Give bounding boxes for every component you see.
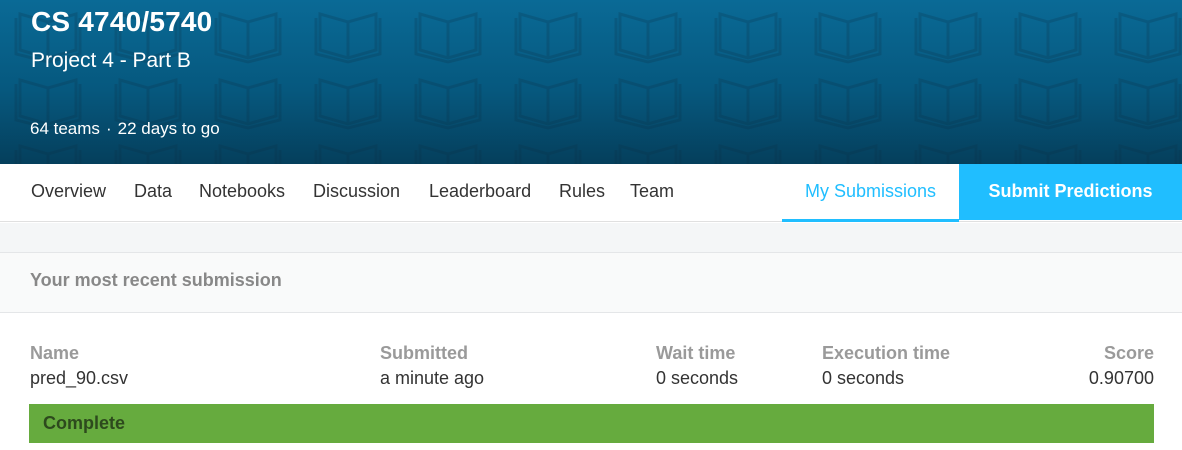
section-title: Your most recent submission xyxy=(30,270,282,290)
tab-data[interactable]: Data xyxy=(134,181,172,202)
execution-time-value: 0 seconds xyxy=(822,368,905,388)
tab-leaderboard[interactable]: Leaderboard xyxy=(429,181,531,202)
tab-team[interactable]: Team xyxy=(630,181,674,202)
execution-time-header: Execution time xyxy=(822,343,951,363)
submitted-time: a minute ago xyxy=(380,368,485,388)
submitted-header: Submitted xyxy=(380,343,468,363)
tab-rules[interactable]: Rules xyxy=(559,181,605,202)
wait-time-value: 0 seconds xyxy=(656,368,739,388)
submission-filename[interactable]: pred_90.csv xyxy=(30,368,128,389)
tab-my-submissions[interactable]: My Submissions xyxy=(782,164,959,222)
wait-time-header: Wait time xyxy=(656,343,736,363)
tab-discussion[interactable]: Discussion xyxy=(313,181,400,202)
score-header: Score xyxy=(1103,343,1154,363)
team-count: 64 teams xyxy=(30,119,100,138)
name-header: Name xyxy=(30,343,80,363)
meta-separator: · xyxy=(105,119,112,138)
competition-meta: 64 teams · 22 days to go xyxy=(30,119,220,139)
competition-nav: Overview Data Notebooks Discussion Leade… xyxy=(0,164,1182,222)
submit-predictions-button[interactable]: Submit Predictions xyxy=(959,164,1182,220)
recent-submission-header: Your most recent submission xyxy=(0,253,1182,313)
content-spacer xyxy=(0,223,1182,253)
competition-header: CS 4740/5740 Project 4 - Part B 64 teams… xyxy=(0,0,1182,164)
score-value: 0.90700 xyxy=(1088,368,1154,388)
tab-overview[interactable]: Overview xyxy=(31,181,106,202)
competition-subtitle: Project 4 - Part B xyxy=(31,49,191,72)
competition-title: CS 4740/5740 xyxy=(31,6,213,37)
status-label: Complete xyxy=(43,413,126,433)
deadline: 22 days to go xyxy=(117,119,220,138)
status-bar: Complete xyxy=(29,404,1154,443)
tab-notebooks[interactable]: Notebooks xyxy=(199,181,285,202)
